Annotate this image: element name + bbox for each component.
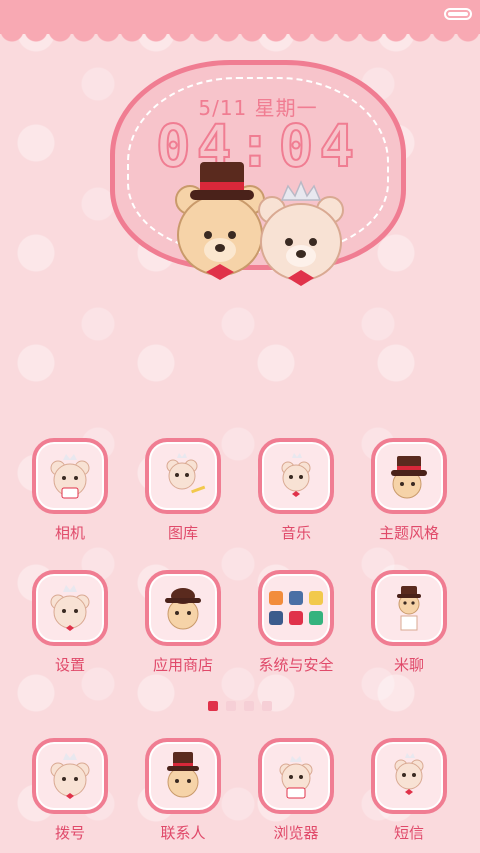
camera-app-icon (32, 438, 108, 514)
app-camera[interactable]: 相机 (15, 438, 125, 543)
music-app-icon (258, 438, 334, 514)
phone-app-icon (32, 738, 108, 814)
app-label: 短信 (393, 824, 424, 842)
app-themes[interactable]: 主题风格 (354, 438, 464, 543)
app-label: 浏览器 (273, 824, 319, 842)
miliao-app-icon (371, 570, 447, 646)
mini-app-icon (269, 591, 283, 605)
app-music[interactable]: 音乐 (241, 438, 351, 543)
app-label: 相机 (54, 524, 85, 542)
bear-couple-illustration (175, 162, 344, 286)
page-dot-2[interactable] (226, 701, 236, 711)
status-bar (0, 0, 480, 34)
app-settings[interactable]: 设置 (15, 570, 125, 675)
gallery-app-icon (145, 438, 221, 514)
app-label: 米聊 (393, 656, 424, 674)
browser-app-icon (258, 738, 334, 814)
system-folder-icon (258, 570, 334, 646)
page-dot-4[interactable] (262, 701, 272, 711)
page-dot-3[interactable] (244, 701, 254, 711)
app-store-icon (145, 570, 221, 646)
messages-app-icon (371, 738, 447, 814)
app-label: 音乐 (280, 524, 311, 542)
mini-app-icon (289, 611, 303, 625)
dock-dialer[interactable]: 拨号 (15, 738, 125, 843)
app-label: 拨号 (54, 824, 85, 842)
dock-contacts[interactable]: 联系人 (128, 738, 238, 843)
page-dot-1[interactable] (208, 701, 218, 711)
app-store[interactable]: 应用商店 (128, 570, 238, 675)
app-label: 系统与安全 (258, 656, 334, 674)
app-gallery[interactable]: 图库 (128, 438, 238, 543)
mini-app-icon (309, 591, 323, 605)
dock-messages[interactable]: 短信 (354, 738, 464, 843)
dock-browser[interactable]: 浏览器 (241, 738, 351, 843)
scalloped-border (0, 30, 480, 48)
themes-app-icon (371, 438, 447, 514)
settings-app-icon (32, 570, 108, 646)
app-label: 设置 (54, 656, 85, 674)
mini-app-icon (309, 611, 323, 625)
app-miliao[interactable]: 米聊 (354, 570, 464, 675)
app-label: 应用商店 (152, 656, 213, 674)
battery-icon (444, 8, 472, 20)
mini-app-icon (269, 611, 283, 625)
mini-app-icon (289, 591, 303, 605)
page-indicator[interactable] (0, 696, 480, 715)
clock-widget[interactable]: 5/11 星期一 04:04 (110, 60, 406, 290)
contacts-app-icon (145, 738, 221, 814)
app-label: 联系人 (160, 824, 206, 842)
folder-system-security[interactable]: 系统与安全 (241, 570, 351, 675)
app-label: 图库 (167, 524, 198, 542)
app-label: 主题风格 (378, 524, 439, 542)
